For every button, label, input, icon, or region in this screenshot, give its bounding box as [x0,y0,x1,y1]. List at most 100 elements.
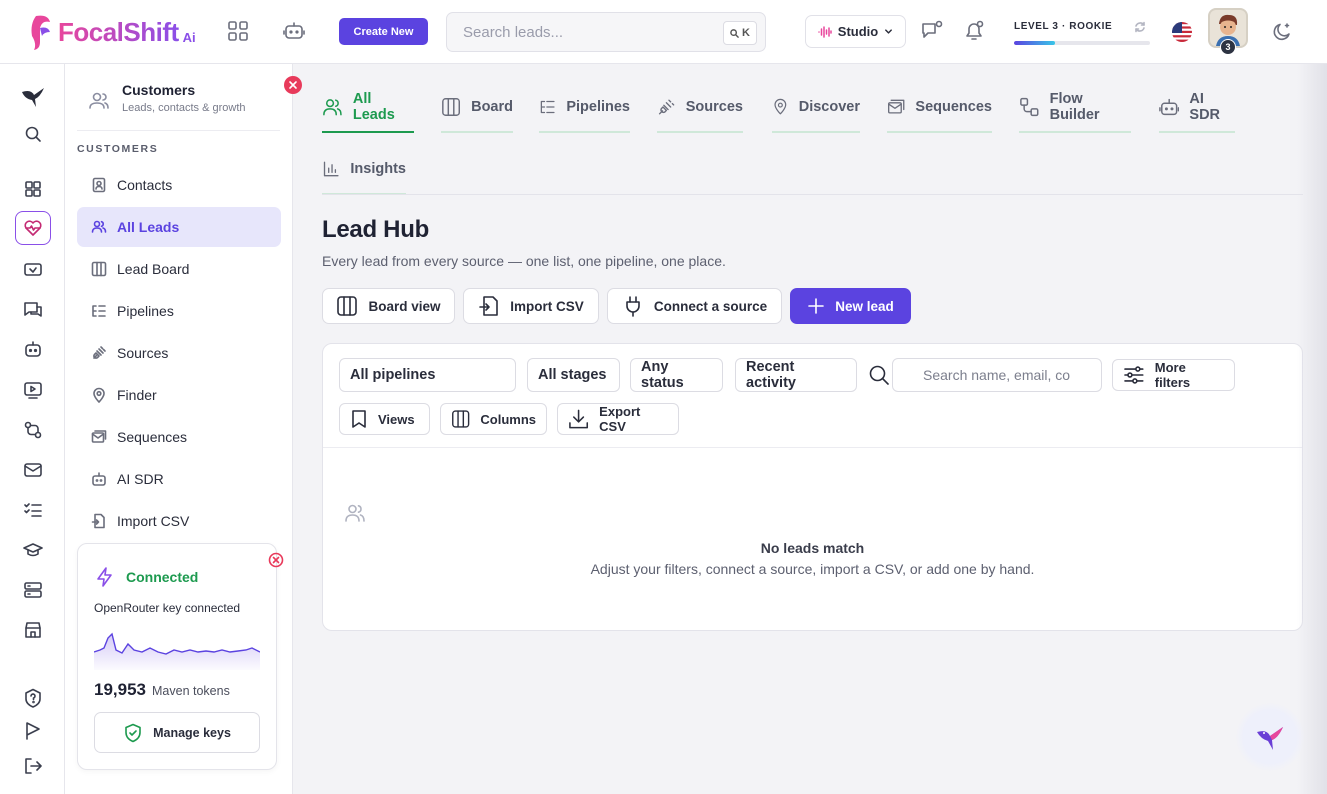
rail-checklist-icon[interactable] [15,493,51,527]
sidebar-item-contacts[interactable]: Contacts [77,165,281,205]
rail-store-icon[interactable] [15,613,51,647]
rail-bot-icon[interactable] [15,333,51,367]
status-filter-select[interactable]: Any status [630,358,723,392]
pipeline-filter-select[interactable]: All pipelines [339,358,516,392]
plug-icon [626,296,640,317]
rail-chat-icon[interactable] [15,293,51,327]
rail-search-icon[interactable] [15,117,51,151]
tab-label: Pipelines [566,99,630,115]
create-new-button[interactable]: Create New [339,18,428,45]
sidebar-item-pipelines[interactable]: Pipelines [77,291,281,331]
import-csv-button[interactable]: Import CSV [463,288,599,324]
new-lead-button[interactable]: New lead [790,288,911,324]
bot-icon[interactable] [283,20,305,42]
tab-flow-builder[interactable]: Flow Builder [1019,83,1131,133]
close-card-button[interactable] [268,552,284,568]
studio-dropdown[interactable]: Studio [805,15,906,48]
import-csv-label: Import CSV [510,298,584,314]
rail-video-icon[interactable] [15,373,51,407]
rail-help-icon[interactable] [15,681,51,715]
apps-grid-icon[interactable] [227,20,249,42]
views-button[interactable]: Views [339,403,430,435]
sidebar-item-sequences[interactable]: Sequences [77,417,281,457]
token-balance: 19,953 Maven tokens [94,680,230,700]
rail-server-icon[interactable] [15,573,51,607]
connection-status: Connected [94,566,198,588]
close-sidebar-button[interactable] [284,76,302,94]
global-search-input[interactable]: Search leads... K [446,12,766,52]
page-title: Lead Hub [322,216,429,243]
connect-source-button[interactable]: Connect a source [607,288,782,324]
sidebar-item-label: All Leads [117,219,180,235]
tab-sources[interactable]: Sources [657,83,743,133]
more-filters-button[interactable]: More filters [1112,359,1235,391]
divider [323,447,1302,448]
tab-ai-sdr[interactable]: AI SDR [1159,83,1235,133]
views-label: Views [378,411,415,427]
tab-sequences[interactable]: Sequences [887,83,992,133]
sidebar-item-label: AI SDR [117,471,164,487]
sidebar-item-import-csv[interactable]: Import CSV [77,501,281,541]
sort-filter-select[interactable]: Recent activity [735,358,857,392]
tab-all-leads[interactable]: All Leads [322,83,414,133]
sidebar-item-finder[interactable]: Finder [77,375,281,415]
rail-graduation-icon[interactable] [15,533,51,567]
connection-status-label: Connected [126,569,199,585]
studio-label: Studio [837,24,879,39]
tab-insights[interactable]: Insights [322,145,406,195]
tab-discover[interactable]: Discover [772,83,860,133]
download-icon [569,409,589,429]
rail-media-icon[interactable] [15,253,51,287]
token-usage-sparkline [94,632,260,670]
rail-heart-pulse-icon[interactable] [15,211,51,245]
brand-logo[interactable]: FocalShift Ai [28,12,196,52]
rail-logout-icon[interactable] [15,749,51,783]
assistant-fab[interactable] [1236,703,1304,771]
pipeline-icon [92,305,106,317]
lead-search-input[interactable]: Search name, email, co [892,358,1102,392]
export-csv-label: Export CSV [599,404,641,434]
columns-label: Columns [480,411,536,427]
sliders-icon [1124,366,1144,384]
sidebar-section-label: CUSTOMERS [77,143,159,155]
global-search-placeholder: Search leads... [463,23,564,41]
messages-icon[interactable] [920,19,944,43]
search-icon [868,364,890,386]
columns-button[interactable]: Columns [440,403,547,435]
rail-logo-bird-icon[interactable] [15,80,51,114]
stage-filter-select[interactable]: All stages [527,358,620,392]
waveform-icon [818,25,832,38]
us-flag-icon[interactable] [1172,22,1192,42]
manage-keys-button[interactable]: Manage keys [94,712,260,753]
dark-mode-moon-icon[interactable] [1271,21,1293,43]
tab-pipelines[interactable]: Pipelines [539,83,630,133]
level-label: LEVEL 3 · ROOKIE [1014,21,1113,32]
pin-icon [93,387,105,403]
rail-flag-icon[interactable] [15,714,51,748]
level-bar-fill [1014,41,1055,45]
new-lead-label: New lead [835,298,894,314]
sidebar-item-ai-sdr[interactable]: AI SDR [77,459,281,499]
export-csv-button[interactable]: Export CSV [557,403,679,435]
sidebar-item-label: Lead Board [117,261,190,277]
rail-flow-icon[interactable] [15,413,51,447]
plug-icon [93,346,106,359]
sidebar-item-sources[interactable]: Sources [77,333,281,373]
sidebar-item-label: Finder [117,387,157,403]
brand-name: FocalShift [58,16,179,47]
columns-icon [442,98,460,116]
sidebar-item-all-leads[interactable]: All Leads [77,207,281,247]
notifications-bell-icon[interactable] [962,19,986,43]
sidebar-item-lead-board[interactable]: Lead Board [77,249,281,289]
board-view-button[interactable]: Board view [322,288,455,324]
refresh-icon[interactable] [1134,21,1146,33]
rail-mail-icon[interactable] [15,453,51,487]
rail-dashboard-icon[interactable] [15,172,51,206]
bookmark-icon [352,410,366,428]
level-progress[interactable]: LEVEL 3 · ROOKIE [1014,21,1150,45]
tab-label: Flow Builder [1049,91,1100,123]
columns-icon [452,410,470,428]
chevron-down-icon [885,29,893,34]
leads-panel: All pipelines All stages Any status Rece… [322,343,1303,631]
tab-board[interactable]: Board [441,83,513,133]
